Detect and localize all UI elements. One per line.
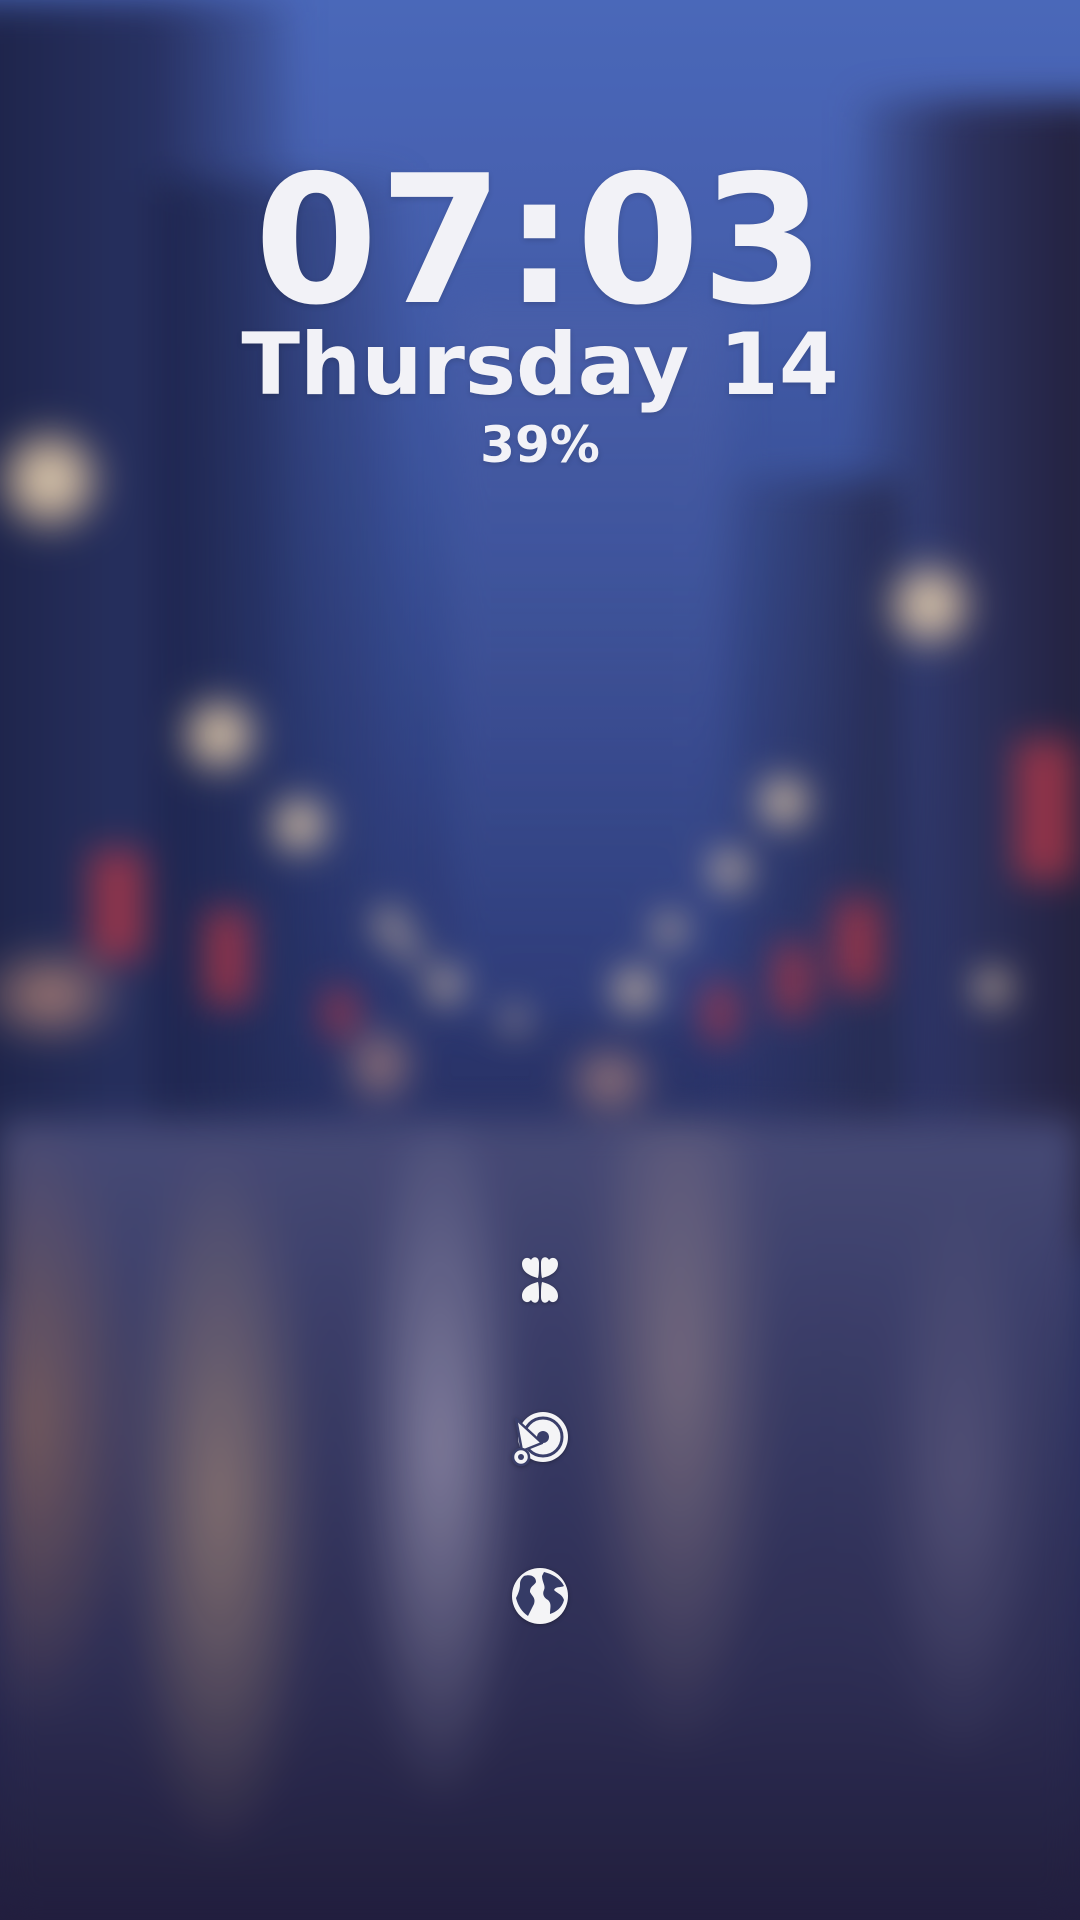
lockscreen-clock: 07:03 xyxy=(254,137,826,344)
music-player-shortcut-button[interactable] xyxy=(504,1403,576,1475)
globe-icon xyxy=(512,1568,568,1624)
clover-icon xyxy=(522,1257,558,1303)
lockscreen-date: Thursday 14 xyxy=(241,315,839,415)
music-player-icon xyxy=(511,1412,568,1467)
battery-percentage: 39% xyxy=(480,416,600,474)
clover-shortcut-button[interactable] xyxy=(504,1244,576,1316)
browser-shortcut-button[interactable] xyxy=(504,1560,576,1632)
